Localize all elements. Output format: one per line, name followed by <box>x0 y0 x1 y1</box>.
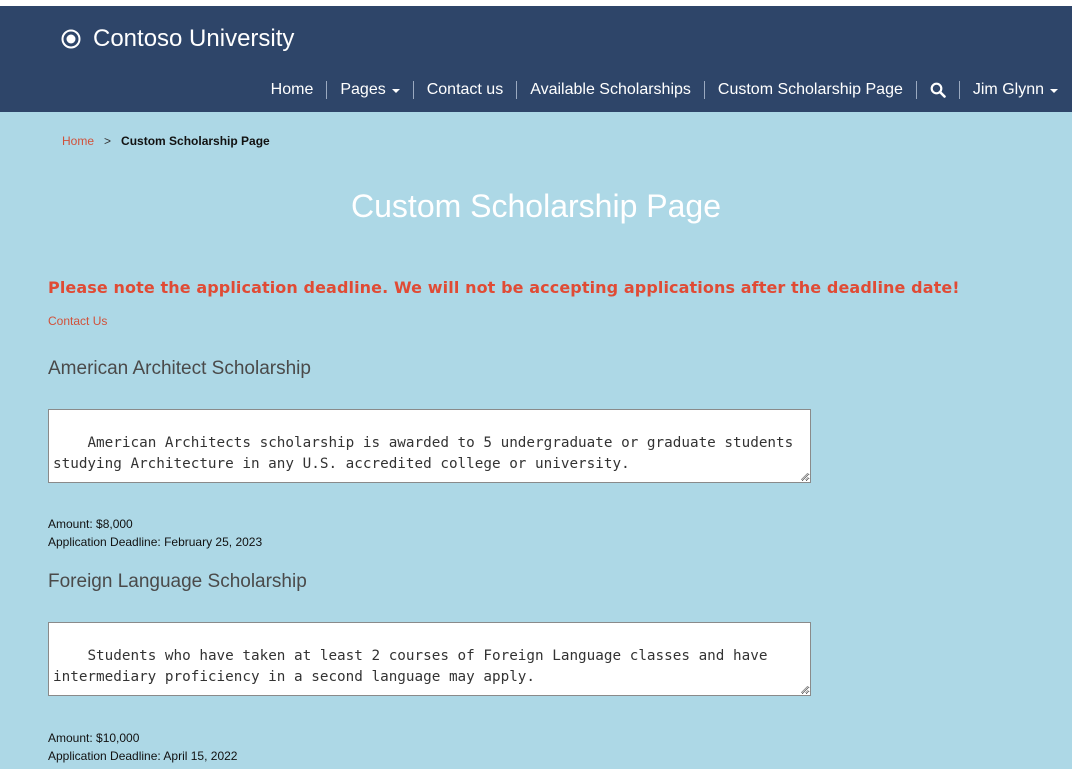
nav-divider <box>703 81 705 99</box>
scholarship-deadline: Application Deadline: April 15, 2022 <box>48 749 238 763</box>
user-name: Jim Glynn <box>972 81 1044 98</box>
nav-divider <box>516 81 518 99</box>
scholarship-description-text: Students who have taken at least 2 cours… <box>53 648 777 685</box>
nav-divider <box>326 81 328 99</box>
brand[interactable]: Contoso University <box>61 23 294 55</box>
scholarship-description-textarea[interactable]: American Architects scholarship is award… <box>48 409 811 483</box>
resize-grip-icon[interactable] <box>801 686 808 693</box>
scholarship-meta: Amount: $8,000 Application Deadline: Feb… <box>48 515 262 551</box>
search-button[interactable] <box>930 82 946 98</box>
scholarship-amount: Amount: $8,000 <box>48 517 133 531</box>
breadcrumb-separator: > <box>104 134 112 148</box>
scholarship-description-text: American Architects scholarship is award… <box>53 435 802 472</box>
chevron-down-icon <box>391 89 400 93</box>
page-frame: Contoso University Home Pages Contact us… <box>0 6 1072 769</box>
site-header: Contoso University Home Pages Contact us… <box>0 6 1072 112</box>
main-nav: Home Pages Contact us Available Scholars… <box>271 76 1058 104</box>
breadcrumb: Home > Custom Scholarship Page <box>62 134 270 148</box>
brand-name: Contoso University <box>93 25 295 52</box>
nav-pages-label: Pages <box>340 81 386 98</box>
scholarship-meta: Amount: $10,000 Application Deadline: Ap… <box>48 729 237 765</box>
nav-custom-scholarship-page[interactable]: Custom Scholarship Page <box>718 81 903 99</box>
nav-divider <box>915 81 917 99</box>
resize-grip-icon[interactable] <box>801 473 808 480</box>
chevron-down-icon <box>1050 89 1058 93</box>
nav-home[interactable]: Home <box>271 81 314 99</box>
search-icon <box>930 82 946 98</box>
breadcrumb-home-link[interactable]: Home <box>62 134 94 148</box>
nav-divider <box>412 81 414 99</box>
page-title: Custom Scholarship Page <box>351 188 721 224</box>
scholarship-amount: Amount: $10,000 <box>48 731 140 745</box>
scholarship-deadline: Application Deadline: February 25, 2023 <box>48 535 263 549</box>
scholarship-title: American Architect Scholarship <box>48 358 311 379</box>
user-menu[interactable]: Jim Glynn <box>973 81 1058 99</box>
nav-contact-us[interactable]: Contact us <box>427 81 503 99</box>
contact-us-link[interactable]: Contact Us <box>48 314 107 328</box>
deadline-notice: Please note the application deadline. We… <box>48 278 960 297</box>
nav-pages-dropdown[interactable]: Pages <box>340 81 400 99</box>
breadcrumb-current: Custom Scholarship Page <box>121 134 270 148</box>
contoso-logo-icon <box>61 29 81 49</box>
nav-divider <box>958 81 960 99</box>
scholarship-title: Foreign Language Scholarship <box>48 571 307 592</box>
scholarship-description-textarea[interactable]: Students who have taken at least 2 cours… <box>48 622 811 696</box>
nav-available-scholarships[interactable]: Available Scholarships <box>530 81 691 99</box>
